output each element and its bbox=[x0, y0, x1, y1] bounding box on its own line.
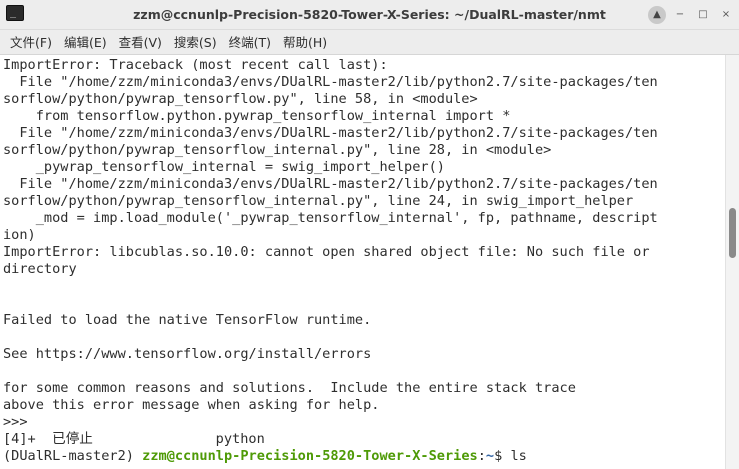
terminal-line: [4]+ 已停止 python bbox=[3, 431, 265, 447]
terminal-line: ImportError: libcublas.so.10.0: cannot o… bbox=[3, 244, 650, 260]
vertical-scrollbar[interactable] bbox=[725, 55, 739, 469]
scrollbar-thumb[interactable] bbox=[729, 208, 736, 258]
terminal-window: _ zzm@ccnunlp-Precision-5820-Tower-X-Ser… bbox=[0, 0, 739, 469]
menu-bar: 文件(F) 编辑(E) 查看(V) 搜索(S) 终端(T) 帮助(H) bbox=[0, 30, 739, 55]
menu-view[interactable]: 查看(V) bbox=[113, 30, 168, 55]
prompt-separator: : bbox=[477, 448, 486, 464]
terminal-line: File "/home/zzm/miniconda3/envs/DUalRL-m… bbox=[3, 125, 658, 141]
prompt-user-host: zzm@ccnunlp-Precision-5820-Tower-X-Serie… bbox=[142, 448, 478, 464]
up-arrow-icon[interactable]: ▲ bbox=[648, 6, 666, 24]
terminal-line: Failed to load the native TensorFlow run… bbox=[3, 312, 372, 328]
menu-help[interactable]: 帮助(H) bbox=[277, 30, 333, 55]
terminal-line: directory bbox=[3, 261, 77, 277]
terminal-line: See https://www.tensorflow.org/install/e… bbox=[3, 346, 372, 362]
terminal-line: >>> bbox=[3, 414, 28, 430]
menu-file[interactable]: 文件(F) bbox=[4, 30, 58, 55]
terminal-line: _pywrap_tensorflow_internal = swig_impor… bbox=[3, 159, 445, 175]
title-bar[interactable]: _ zzm@ccnunlp-Precision-5820-Tower-X-Ser… bbox=[0, 0, 739, 30]
terminal-line: for some common reasons and solutions. I… bbox=[3, 380, 576, 396]
terminal-line: sorflow/python/pywrap_tensorflow_interna… bbox=[3, 142, 552, 158]
terminal-output[interactable]: ImportError: Traceback (most recent call… bbox=[0, 55, 725, 469]
maximize-icon[interactable]: □ bbox=[694, 6, 712, 24]
terminal-line: from tensorflow.python.pywrap_tensorflow… bbox=[3, 108, 511, 124]
prompt-line: (DUalRL-master2) zzm@ccnunlp-Precision-5… bbox=[0, 448, 725, 465]
menu-edit[interactable]: 编辑(E) bbox=[58, 30, 113, 55]
minimize-icon[interactable]: − bbox=[671, 6, 689, 24]
terminal-line: ImportError: Traceback (most recent call… bbox=[3, 57, 388, 73]
terminal-line: File "/home/zzm/miniconda3/envs/DUalRL-m… bbox=[3, 176, 658, 192]
close-icon[interactable]: × bbox=[717, 6, 735, 24]
window-controls: ▲ − □ × bbox=[648, 6, 735, 24]
terminal-line: sorflow/python/pywrap_tensorflow.py", li… bbox=[3, 91, 478, 107]
terminal-line: above this error message when asking for… bbox=[3, 397, 380, 413]
terminal-line: File "/home/zzm/miniconda3/envs/DUalRL-m… bbox=[3, 74, 658, 90]
prompt-path: ~ bbox=[485, 448, 495, 464]
prompt-env: (DUalRL-master2) bbox=[3, 448, 143, 464]
terminal-line: sorflow/python/pywrap_tensorflow_interna… bbox=[3, 193, 634, 209]
window-title: zzm@ccnunlp-Precision-5820-Tower-X-Serie… bbox=[133, 7, 606, 22]
prompt-symbol: $ bbox=[494, 448, 511, 464]
prompt-command[interactable]: ls bbox=[510, 448, 526, 464]
menu-search[interactable]: 搜索(S) bbox=[168, 30, 223, 55]
terminal-line: _mod = imp.load_module('_pywrap_tensorfl… bbox=[3, 210, 658, 226]
menu-terminal[interactable]: 终端(T) bbox=[223, 30, 277, 55]
terminal-line: ion) bbox=[3, 227, 36, 243]
